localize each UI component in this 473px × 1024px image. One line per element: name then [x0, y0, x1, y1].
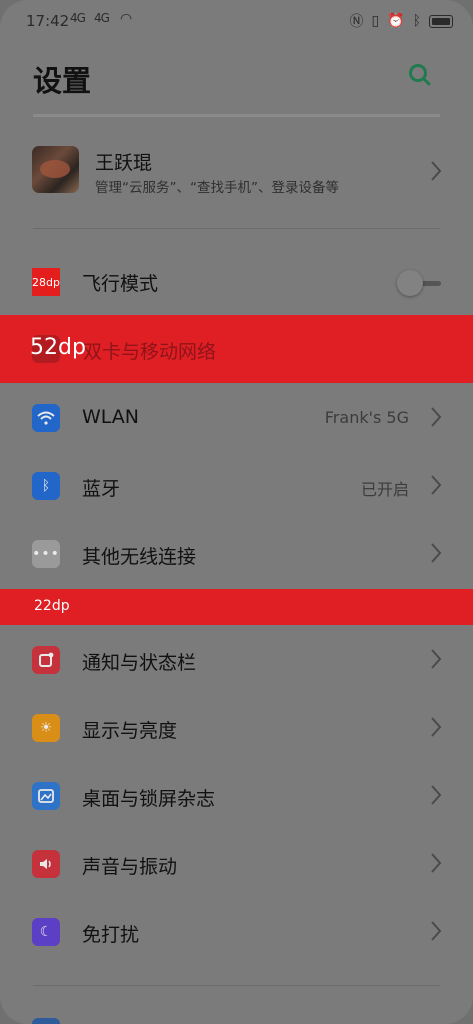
wifi-icon: [32, 404, 60, 432]
bluetooth-icon: ᛒ: [32, 472, 60, 500]
chevron-right-icon: [431, 921, 442, 941]
status-icons: Ⓝ ▯ ⏰ ᛒ: [349, 11, 453, 31]
divider: [33, 985, 440, 986]
sound-row[interactable]: 声音与振动: [0, 830, 473, 898]
vibrate-icon: ▯: [371, 13, 380, 29]
notification-row[interactable]: 通知与状态栏: [0, 626, 473, 694]
more-dots-icon: •••: [32, 540, 60, 568]
settings-screen: 17:42 4G 4G ◠ Ⓝ ▯ ⏰ ᛒ 设置 王跃琨 管理“云服务”、“查找…: [0, 0, 473, 1024]
other-wireless-label: 其他无线连接: [82, 546, 197, 568]
airplane-mode-row[interactable]: 飞行模式: [0, 247, 473, 315]
group-gap-annotation: 22dp: [34, 598, 70, 614]
account-row[interactable]: 王跃琨 管理“云服务”、“查找手机”、登录设备等: [0, 130, 473, 210]
brightness-icon: ☀: [32, 714, 60, 742]
alarm-icon: ⏰: [387, 13, 405, 29]
account-subtitle: 管理“云服务”、“查找手机”、登录设备等: [95, 180, 339, 196]
bluetooth-value: 已开启: [360, 480, 409, 499]
wlan-value: Frank's 5G: [324, 408, 409, 427]
signal-icon: 4G: [94, 11, 110, 25]
signal-icon: 4G: [70, 11, 86, 25]
chevron-right-icon: [431, 543, 442, 563]
chevron-right-icon: [431, 407, 442, 427]
status-time: 17:42: [26, 12, 70, 30]
airplane-mode-toggle[interactable]: [393, 270, 441, 296]
chevron-right-icon: [431, 161, 442, 181]
airplane-mode-label: 飞行模式: [82, 273, 159, 295]
battery-icon: [429, 14, 453, 28]
next-row-icon: [32, 1018, 60, 1024]
bluetooth-label: 蓝牙: [82, 478, 121, 500]
search-icon[interactable]: [407, 62, 433, 88]
chevron-right-icon: [431, 717, 442, 737]
wlan-label: WLAN: [82, 406, 140, 428]
chevron-right-icon: [431, 853, 442, 873]
bluetooth-row[interactable]: ᛒ 蓝牙 已开启: [0, 452, 473, 520]
wallpaper-icon: [32, 782, 60, 810]
header-divider: [33, 114, 440, 117]
row-height-annotation: 52dp: [30, 335, 86, 360]
avatar: [32, 146, 79, 193]
sim-network-row[interactable]: 双卡与移动网络 52dp: [0, 315, 473, 383]
chevron-right-icon: [431, 475, 442, 495]
other-wireless-row[interactable]: ••• 其他无线连接: [0, 520, 473, 588]
chevron-right-icon: [431, 785, 442, 805]
divider: [33, 228, 440, 229]
bluetooth-status-icon: ᛒ: [412, 13, 421, 29]
notification-icon: [32, 646, 60, 674]
dnd-label: 免打扰: [82, 924, 140, 946]
sim-network-label: 双卡与移动网络: [83, 341, 217, 363]
nfc-icon: Ⓝ: [349, 14, 364, 30]
icon-size-annotation: 28dp: [32, 268, 60, 296]
sound-label: 声音与振动: [82, 856, 178, 878]
wlan-row[interactable]: WLAN Frank's 5G: [0, 384, 473, 452]
notification-label: 通知与状态栏: [82, 652, 197, 674]
display-row[interactable]: ☀ 显示与亮度: [0, 694, 473, 762]
wifi-status-icon: ◠: [120, 11, 132, 27]
speaker-icon: [32, 850, 60, 878]
status-bar: 17:42 4G 4G ◠ Ⓝ ▯ ⏰ ᛒ: [0, 0, 473, 44]
dnd-row[interactable]: ☾ 免打扰: [0, 898, 473, 966]
wallpaper-label: 桌面与锁屏杂志: [82, 788, 216, 810]
moon-icon: ☾: [32, 918, 60, 946]
display-label: 显示与亮度: [82, 720, 178, 742]
account-name: 王跃琨: [95, 152, 153, 174]
page-title: 设置: [33, 64, 92, 98]
wallpaper-row[interactable]: 桌面与锁屏杂志: [0, 762, 473, 830]
chevron-right-icon: [431, 649, 442, 669]
group-gap-band: 22dp: [0, 589, 473, 625]
